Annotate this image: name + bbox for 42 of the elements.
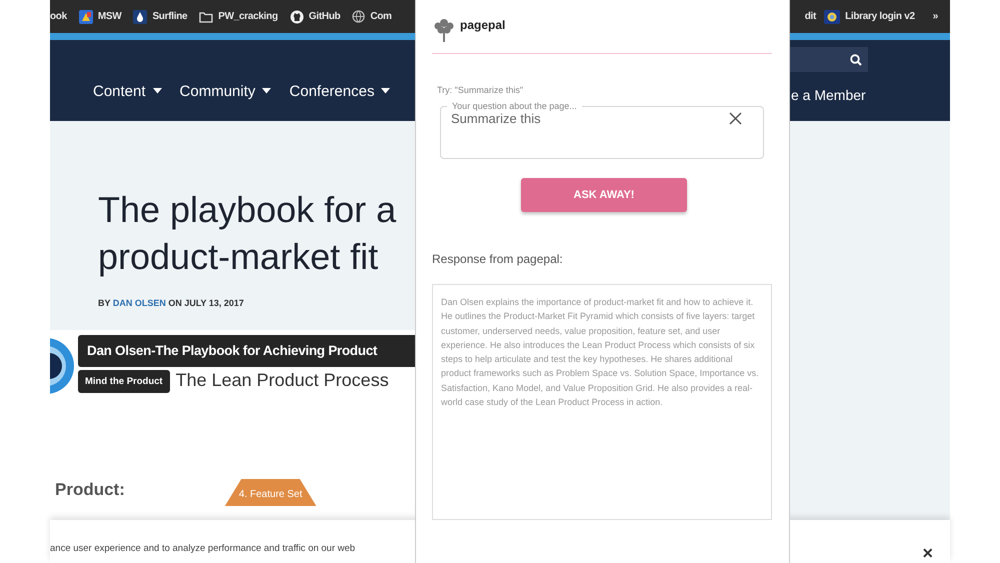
- article-title: The playbook for a product-market fit: [98, 188, 396, 279]
- slide-title: The Lean Product Process: [176, 370, 389, 391]
- close-button[interactable]: ×: [919, 544, 936, 562]
- cookie-notice-text: ance user experience and to analyze performance and traffic on our web: [50, 542, 356, 554]
- brand-name: pagepal: [460, 18, 506, 32]
- folder-icon: [199, 10, 214, 22]
- response-text: Dan Olsen explains the importance of product-market fit and how to achieve it. He outlines the Product-Market Fit Pyramid which consists of five layers: target customer, underserved needs, value proposition, feature set, and user experience. He also introduces the Lean Product Process which consists of six steps to help articulate and test the key hypotheses. He shares additional product frameworks such as Problem Space vs. Solution Space, Importance vs. Satisfaction, Kano Model, and Value Proposition Grid. He also provides a real-world case study of the Lean Product Process in action.: [441, 296, 760, 410]
- channel-name-label[interactable]: Mind the Product: [78, 370, 170, 393]
- caret-icon: [152, 88, 162, 94]
- bookmark-link[interactable]: ook: [50, 11, 67, 22]
- water-drop-icon: [133, 10, 148, 24]
- caret-icon: [262, 88, 272, 94]
- bookmark-link[interactable]: Com: [352, 10, 392, 23]
- bookmark-link[interactable]: Library login v2: [824, 10, 915, 24]
- question-field[interactable]: Your question about the page... Summarize this: [440, 101, 764, 159]
- text-input[interactable]: Summarize this: [451, 111, 729, 126]
- nav-menu-item[interactable]: Content: [93, 82, 162, 100]
- bookmark-link[interactable]: GitHub: [290, 10, 340, 24]
- nav-menu-item[interactable]: Community: [180, 82, 272, 100]
- more-bookmarks-button[interactable]: »: [932, 11, 938, 22]
- video-title[interactable]: Dan Olsen-The Playbook for Achieving Product: [78, 335, 415, 367]
- bookmark-link[interactable]: MSW: [78, 10, 122, 24]
- become-member-link[interactable]: e a Member: [791, 87, 866, 103]
- search-icon: [850, 54, 862, 66]
- search-field[interactable]: [790, 47, 868, 72]
- field-label: Your question about the page...: [451, 101, 578, 111]
- response-heading: Response from pagepal:: [432, 252, 564, 266]
- nav-menu-item[interactable]: Conferences: [289, 82, 390, 100]
- section-heading: Product:: [54, 480, 125, 501]
- library-badge-icon: [824, 10, 840, 24]
- globe-icon: [352, 10, 366, 23]
- pyramid-layer: 4. Feature Set: [224, 479, 316, 506]
- hint-text: Try: "Summarize this": [437, 85, 524, 95]
- tree-logo-icon: [433, 17, 455, 43]
- author-link[interactable]: DAN OLSEN: [112, 298, 166, 308]
- bookmark-link[interactable]: PW_cracking: [199, 10, 278, 22]
- bookmark-link[interactable]: dit: [804, 11, 816, 22]
- colorful-tile-icon: [78, 10, 93, 24]
- clear-icon[interactable]: [729, 112, 742, 125]
- caret-icon: [381, 88, 390, 94]
- bookmark-link[interactable]: Surfline: [133, 10, 188, 24]
- article-byline: BY DAN OLSEN ON JULY 13, 2017: [98, 298, 244, 308]
